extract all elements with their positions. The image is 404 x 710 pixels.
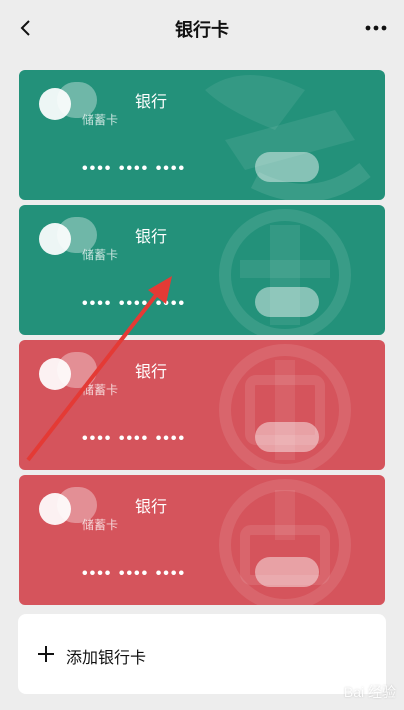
bank-name: 银行	[135, 364, 168, 381]
bank-card[interactable]: 银行 储蓄卡 •••• •••• ••••	[19, 205, 385, 335]
card-type: 储蓄卡	[82, 383, 119, 397]
card-number: •••• •••• ••••	[82, 160, 187, 177]
add-bank-card-label: 添加银行卡	[66, 650, 147, 667]
bank-name: 银行	[135, 499, 168, 516]
bank-name: 银行	[135, 94, 168, 111]
card-number: •••• •••• ••••	[82, 565, 187, 582]
card-number: •••• •••• ••••	[82, 430, 187, 447]
bank-card[interactable]: 银行 储蓄卡 •••• •••• ••••	[19, 475, 385, 605]
redaction-blur	[255, 422, 319, 452]
page-title: 银行卡	[175, 20, 229, 40]
card-type: 储蓄卡	[82, 248, 119, 262]
bank-card[interactable]: 银行 储蓄卡 •••• •••• ••••	[19, 70, 385, 200]
redaction-blur	[255, 557, 319, 587]
add-bank-card-button[interactable]: 添加银行卡	[18, 614, 386, 694]
card-type: 储蓄卡	[82, 518, 119, 532]
plus-icon	[38, 646, 54, 662]
bank-card[interactable]: 银行 储蓄卡 •••• •••• ••••	[19, 340, 385, 470]
redaction-blur	[255, 152, 319, 182]
nav-bar: 银行卡	[0, 0, 404, 56]
card-type: 储蓄卡	[82, 113, 119, 127]
card-number: •••• •••• ••••	[82, 295, 187, 312]
more-dots-icon	[365, 25, 387, 31]
more-button[interactable]	[360, 14, 392, 42]
bank-name: 银行	[135, 229, 168, 246]
watermark: Bai 经验	[343, 684, 396, 700]
redaction-blur	[255, 287, 319, 317]
